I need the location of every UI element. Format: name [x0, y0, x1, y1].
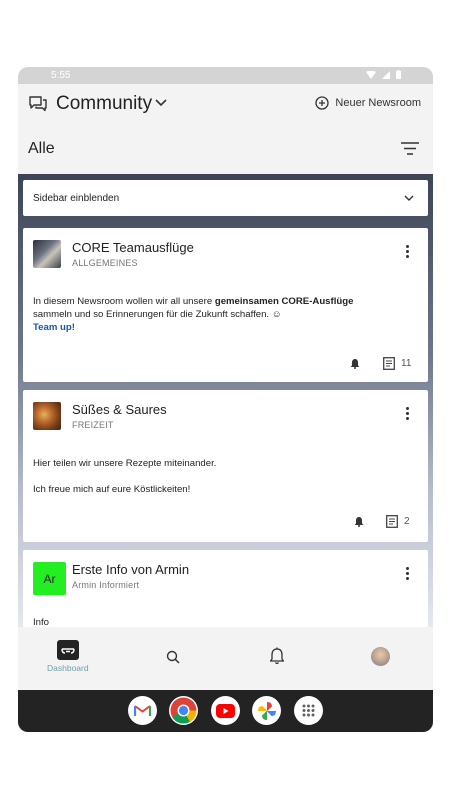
post-card[interactable]: Süßes & Saures FREIZEIT Hier teilen wir … — [23, 390, 428, 542]
post-body-text-2: sammeln und so Erinnerungen für die Zuku… — [33, 309, 282, 320]
nav-dashboard-label: Dashboard — [47, 663, 89, 673]
filter-row: Alle — [18, 124, 433, 174]
bell-icon[interactable] — [270, 647, 284, 665]
wifi-icon — [366, 70, 376, 79]
post-avatar — [33, 402, 61, 430]
post-title[interactable]: CORE Teamausflüge — [72, 240, 194, 255]
comments-count-button[interactable]: 11 — [383, 352, 411, 374]
search-icon[interactable] — [166, 650, 180, 664]
document-icon — [386, 514, 398, 528]
post-body-text-2: Ich freue mich auf eure Köstlickeiten! — [33, 484, 191, 495]
post-category: ALLGEMEINES — [72, 258, 138, 268]
comments-count: 2 — [404, 515, 410, 527]
bell-icon — [350, 358, 360, 369]
app-drawer-icon[interactable] — [294, 696, 323, 725]
notification-bell-button[interactable] — [344, 352, 366, 374]
notification-bell-button[interactable] — [348, 510, 370, 532]
post-body-text: In diesem Newsroom wollen wir all unsere — [33, 296, 215, 307]
feed-area: Sidebar einblenden CORE Teamausflüge ALL… — [18, 174, 433, 628]
post-card[interactable]: CORE Teamausflüge ALLGEMEINES In diesem … — [23, 228, 428, 382]
chat-bubbles-icon[interactable] — [28, 95, 48, 113]
sidebar-toggle-label: Sidebar einblenden — [33, 193, 120, 204]
profile-avatar-icon[interactable] — [371, 647, 390, 666]
post-category: FREIZEIT — [72, 420, 114, 430]
status-bar: 5:55 — [18, 67, 433, 84]
device-frame: 5:55 Community Neuer Newsroom Alle Sideb… — [18, 67, 433, 732]
post-card[interactable]: Ar Erste Info von Armin Armin Informiert… — [23, 550, 428, 628]
more-vert-icon[interactable] — [406, 245, 410, 258]
post-body-text: Hier teilen wir unsere Rezepte miteinand… — [33, 458, 217, 469]
photos-icon[interactable] — [252, 696, 281, 725]
app-dock — [18, 690, 433, 732]
bell-icon — [354, 516, 364, 527]
status-time: 5:55 — [51, 70, 71, 81]
signal-icon — [382, 70, 390, 79]
chevron-down-icon — [404, 195, 414, 201]
post-avatar: Ar — [33, 562, 66, 595]
page-title[interactable]: Community — [56, 93, 152, 115]
post-link[interactable]: Team up! — [33, 322, 75, 333]
nav-dashboard[interactable]: Dashboard — [47, 640, 89, 673]
dashboard-icon — [56, 640, 79, 660]
comments-count: 11 — [401, 357, 412, 369]
app-bar: Community Neuer Newsroom — [18, 84, 433, 124]
youtube-icon[interactable] — [211, 696, 240, 725]
gmail-icon[interactable] — [128, 696, 157, 725]
avatar-initials: Ar — [43, 571, 56, 586]
post-body-bold: gemeinsamen CORE-Ausflüge — [214, 296, 354, 307]
sidebar-toggle[interactable]: Sidebar einblenden — [23, 180, 428, 216]
filter-label[interactable]: Alle — [28, 140, 55, 158]
document-icon — [383, 356, 395, 370]
bottom-navigation: Dashboard — [18, 627, 433, 690]
filter-icon[interactable] — [401, 142, 419, 155]
chevron-down-icon[interactable] — [155, 99, 167, 107]
plus-circle-icon — [315, 96, 330, 110]
post-subtitle: Armin Informiert — [72, 580, 140, 590]
new-newsroom-button[interactable]: Neuer Newsroom — [315, 96, 421, 110]
new-newsroom-label: Neuer Newsroom — [335, 97, 421, 109]
post-body: In diesem Newsroom wollen wir all unsere… — [33, 295, 418, 334]
battery-icon — [396, 70, 401, 79]
post-title[interactable]: Süßes & Saures — [72, 402, 167, 417]
post-avatar — [33, 240, 61, 268]
more-vert-icon[interactable] — [406, 407, 410, 420]
post-title[interactable]: Erste Info von Armin — [72, 562, 189, 577]
status-icons — [366, 70, 401, 79]
post-body: Hier teilen wir unsere Rezepte miteinand… — [33, 457, 418, 496]
more-vert-icon[interactable] — [406, 567, 410, 580]
chrome-icon[interactable] — [169, 696, 198, 725]
comments-count-button[interactable]: 2 — [386, 510, 410, 532]
